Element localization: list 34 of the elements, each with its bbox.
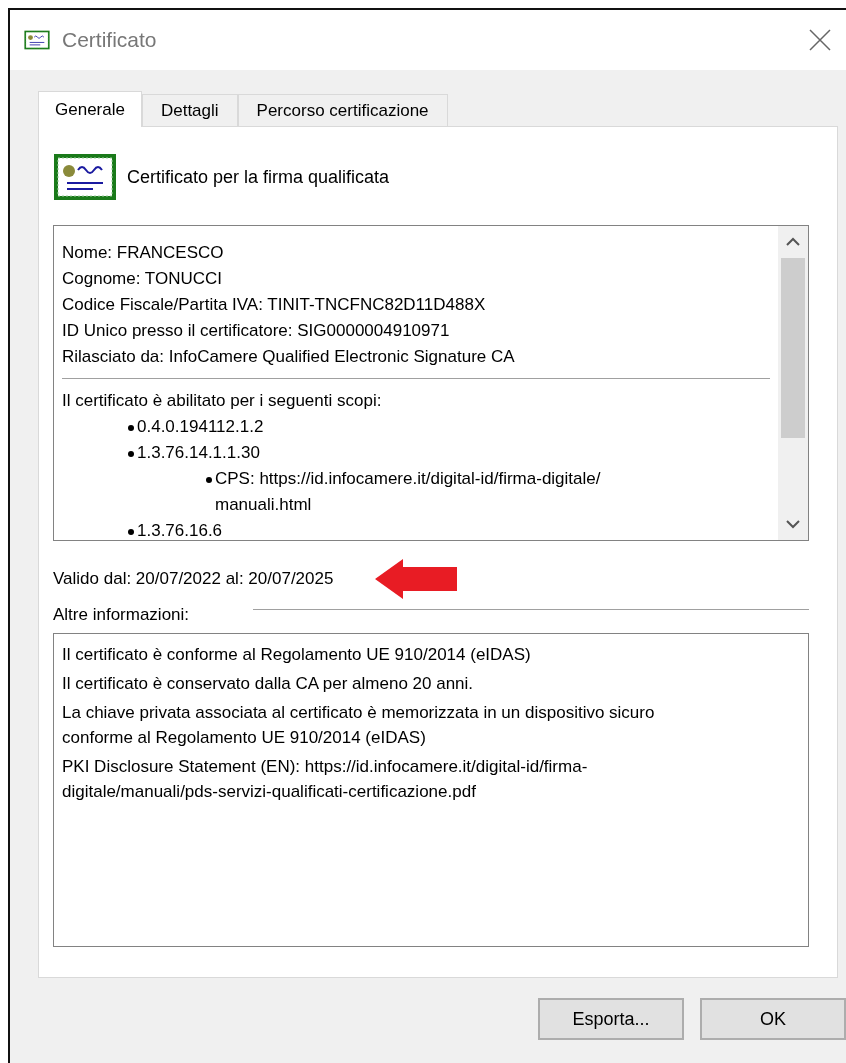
validity-text: Valido dal: 20/07/2022 al: 20/07/2025 [53, 569, 334, 589]
purpose-text: CPS: https://id.infocamere.it/digital-id/firma-digitale/ manuali.html [215, 468, 602, 516]
certificate-heading: Certificato per la firma qualificata [127, 166, 390, 188]
certificate-icon [24, 29, 50, 51]
subject-field: Cognome: TONUCCI [62, 266, 770, 292]
scrollbar[interactable] [778, 226, 808, 540]
dialog-button[interactable]: Esporta... [538, 998, 684, 1040]
certificate-icon [53, 152, 117, 202]
other-info-label: Altre informazioni: [53, 605, 190, 625]
purpose-text: 1.3.76.14.1.1.30 [137, 442, 261, 464]
subject-field: Codice Fiscale/Partita IVA: TINIT-TNCFNC82D11D488X [62, 292, 770, 318]
bullet-icon [128, 451, 134, 457]
subject-field: Rilasciato da: InfoCamere Qualified Electronic Signature CA [62, 344, 770, 370]
scroll-thumb[interactable] [781, 258, 805, 438]
bullet-icon [206, 477, 212, 483]
bullet-icon [128, 425, 134, 431]
subject-field: Nome: FRANCESCO [62, 240, 770, 266]
tab[interactable]: Dettagli [141, 94, 238, 126]
purpose-text: 0.4.0.194112.1.2 [137, 416, 265, 438]
close-button[interactable] [808, 28, 832, 52]
info-text: Il certificato è conforme al Regolamento UE 910/2014 (eIDAS) [62, 644, 532, 666]
info-text: Il certificato è conservato dalla CA per almeno 20 anni. [62, 673, 475, 695]
purpose-text: 1.3.76.16.6 [137, 520, 224, 540]
purposes-heading: Il certificato è abilitato per i seguenti scopi: [62, 390, 383, 412]
bullet-icon [128, 529, 134, 535]
tab[interactable]: Generale [38, 91, 142, 127]
info-text: PKI Disclosure Statement (EN): https://id.infocamere.it/digital-id/firma-digitale/manuali/pds-servizi-qualificati-certificazione.pdf [62, 756, 589, 803]
chevron-down-icon [786, 519, 800, 529]
dialog-button[interactable]: OK [700, 998, 846, 1040]
info-text: La chiave privata associata al certificato è memorizzata in un dispositivo sicuro conforme al Regolamento UE 910/2014 (eIDAS) [62, 702, 656, 749]
window-title: Certificato [62, 28, 158, 52]
chevron-up-icon [786, 237, 800, 247]
tab[interactable]: Percorso certificazione [237, 94, 448, 126]
subject-field: ID Unico presso il certificatore: SIG0000004910971 [62, 318, 770, 344]
